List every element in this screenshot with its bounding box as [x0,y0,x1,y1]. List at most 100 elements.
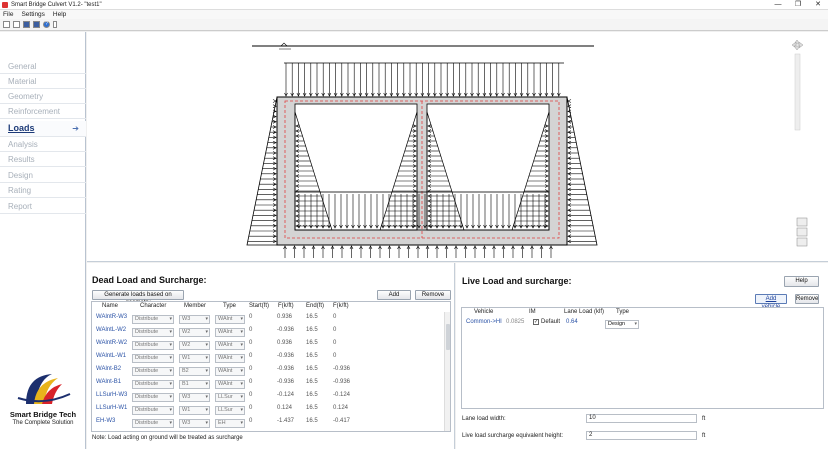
surcharge-height-field[interactable]: 2 [586,431,697,440]
end-force-value[interactable]: 0 [333,339,336,348]
menu-settings[interactable]: Settings [18,10,48,19]
start-value[interactable]: 0 [249,404,252,413]
save-as-icon[interactable] [33,21,40,28]
add-vehicle-button[interactable]: Add vehicle [755,294,787,310]
save-icon[interactable] [23,21,30,28]
type-dropdown[interactable]: WAlnt [215,367,245,376]
table-row[interactable]: LLSurH-W3 Distribute W3 LLSur 0 -0.124 16.5 -0.… [92,391,450,404]
member-dropdown[interactable]: W2 [179,341,210,350]
start-force-value[interactable]: 0.936 [277,313,292,322]
start-force-value[interactable]: -0.936 [277,326,294,335]
scrollbar-thumb[interactable] [446,324,450,350]
print-icon[interactable] [53,21,57,28]
start-force-value[interactable]: -0.936 [277,365,294,374]
end-value[interactable]: 16.5 [306,339,318,348]
member-dropdown[interactable]: W1 [179,406,210,415]
menu-help[interactable]: Help [50,10,69,19]
start-value[interactable]: 0 [249,313,252,322]
end-force-value[interactable]: 0 [333,352,336,361]
sidebar-item-rating[interactable]: Rating [0,183,86,198]
end-value[interactable]: 16.5 [306,404,318,413]
member-dropdown[interactable]: W2 [179,328,210,337]
sidebar-item-report[interactable]: Report [0,199,86,214]
end-force-value[interactable]: 0.124 [333,404,348,413]
type-dropdown[interactable]: WAlnt [215,380,245,389]
help-button[interactable]: Help [784,276,819,287]
type-dropdown[interactable]: LLSur [215,393,245,402]
table-row[interactable]: WAlntR-W3 Distribute W3 WAlnt 0 0.936 16.5 0 [92,313,450,326]
member-dropdown[interactable]: B2 [179,367,210,376]
type-dropdown[interactable]: WAlnt [215,341,245,350]
start-force-value[interactable]: 0.936 [277,339,292,348]
lane-width-field[interactable]: 10 [586,414,697,423]
character-dropdown[interactable]: Distribute [132,380,174,389]
help-icon[interactable]: ? [43,21,50,28]
end-force-value[interactable]: -0.936 [333,365,350,374]
member-dropdown[interactable]: B1 [179,380,210,389]
open-icon[interactable] [13,21,20,28]
close-button[interactable]: ✕ [808,0,828,10]
end-value[interactable]: 16.5 [306,326,318,335]
end-force-value[interactable]: -0.936 [333,378,350,387]
type-dropdown[interactable]: WAlnt [215,328,245,337]
table-scrollbar[interactable] [444,312,450,431]
end-value[interactable]: 16.5 [306,365,318,374]
start-value[interactable]: 0 [249,417,252,426]
menu-file[interactable]: File [0,10,16,19]
remove-vehicle-button[interactable]: Remove [795,294,819,304]
maximize-button[interactable]: ❐ [788,0,808,10]
end-value[interactable]: 16.5 [306,391,318,400]
minimize-button[interactable]: — [768,0,788,10]
start-value[interactable]: 0 [249,352,252,361]
generate-loads-button[interactable]: Generate loads based on geometry [92,290,184,306]
table-row[interactable]: WAlntR-W2 Distribute W2 WAlnt 0 0.936 16.5 0 [92,339,450,352]
sidebar-item-material[interactable]: Material [0,74,86,89]
start-force-value[interactable]: -0.936 [277,378,294,387]
start-force-value[interactable]: 0.124 [277,404,292,413]
sidebar-item-results[interactable]: Results [0,152,86,167]
start-value[interactable]: 0 [249,326,252,335]
character-dropdown[interactable]: Distribute [132,354,174,363]
sidebar-item-analysis[interactable]: Analysis [0,137,86,152]
end-value[interactable]: 16.5 [306,417,318,426]
sidebar-item-design[interactable]: Design [0,168,86,183]
start-value[interactable]: 0 [249,365,252,374]
character-dropdown[interactable]: Distribute [132,367,174,376]
character-dropdown[interactable]: Distribute [132,315,174,324]
type-dropdown[interactable]: LLSur [215,406,245,415]
table-row[interactable]: WAlntL-W1 Distribute W1 WAlnt 0 -0.936 16.5 0 [92,352,450,365]
end-force-value[interactable]: 0 [333,313,336,322]
table-row[interactable]: WAlnt-B1 Distribute B1 WAlnt 0 -0.936 16.5 -0.9… [92,378,450,391]
member-dropdown[interactable]: W3 [179,315,210,324]
table-row[interactable]: WAlnt-B2 Distribute B2 WAlnt 0 -0.936 16.5 -0.9… [92,365,450,378]
type-dropdown[interactable]: WAlnt [215,315,245,324]
end-value[interactable]: 16.5 [306,352,318,361]
start-force-value[interactable]: -1.437 [277,417,294,426]
sidebar-item-geometry[interactable]: Geometry [0,89,86,104]
table-row[interactable]: EH-W3 Distribute W3 EH 0 -1.437 16.5 -0.417 [92,417,450,430]
type-dropdown[interactable]: Design [605,320,639,329]
new-file-icon[interactable] [3,21,10,28]
start-force-value[interactable]: -0.936 [277,352,294,361]
member-dropdown[interactable]: W3 [179,393,210,402]
table-row[interactable]: Common->HI 0.0825 ✓ Default 0.64 Design [462,318,823,331]
table-row[interactable]: WAlntL-W2 Distribute W2 WAlnt 0 -0.936 16.5 0 [92,326,450,339]
member-dropdown[interactable]: W1 [179,354,210,363]
character-dropdown[interactable]: Distribute [132,406,174,415]
end-force-value[interactable]: -0.417 [333,417,350,426]
end-value[interactable]: 16.5 [306,313,318,322]
sidebar-item-general[interactable]: General [0,59,86,74]
sidebar-item-reinforcement[interactable]: Reinforcement [0,104,86,119]
end-force-value[interactable]: -0.124 [333,391,350,400]
end-force-value[interactable]: 0 [333,326,336,335]
member-dropdown[interactable]: W3 [179,419,210,428]
remove-load-button[interactable]: Remove [415,290,451,300]
start-value[interactable]: 0 [249,339,252,348]
sidebar-item-loads[interactable]: Loads ➔ [0,121,86,137]
add-load-button[interactable]: Add [377,290,411,300]
start-force-value[interactable]: -0.124 [277,391,294,400]
character-dropdown[interactable]: Distribute [132,393,174,402]
start-value[interactable]: 0 [249,378,252,387]
start-value[interactable]: 0 [249,391,252,400]
type-dropdown[interactable]: EH [215,419,245,428]
